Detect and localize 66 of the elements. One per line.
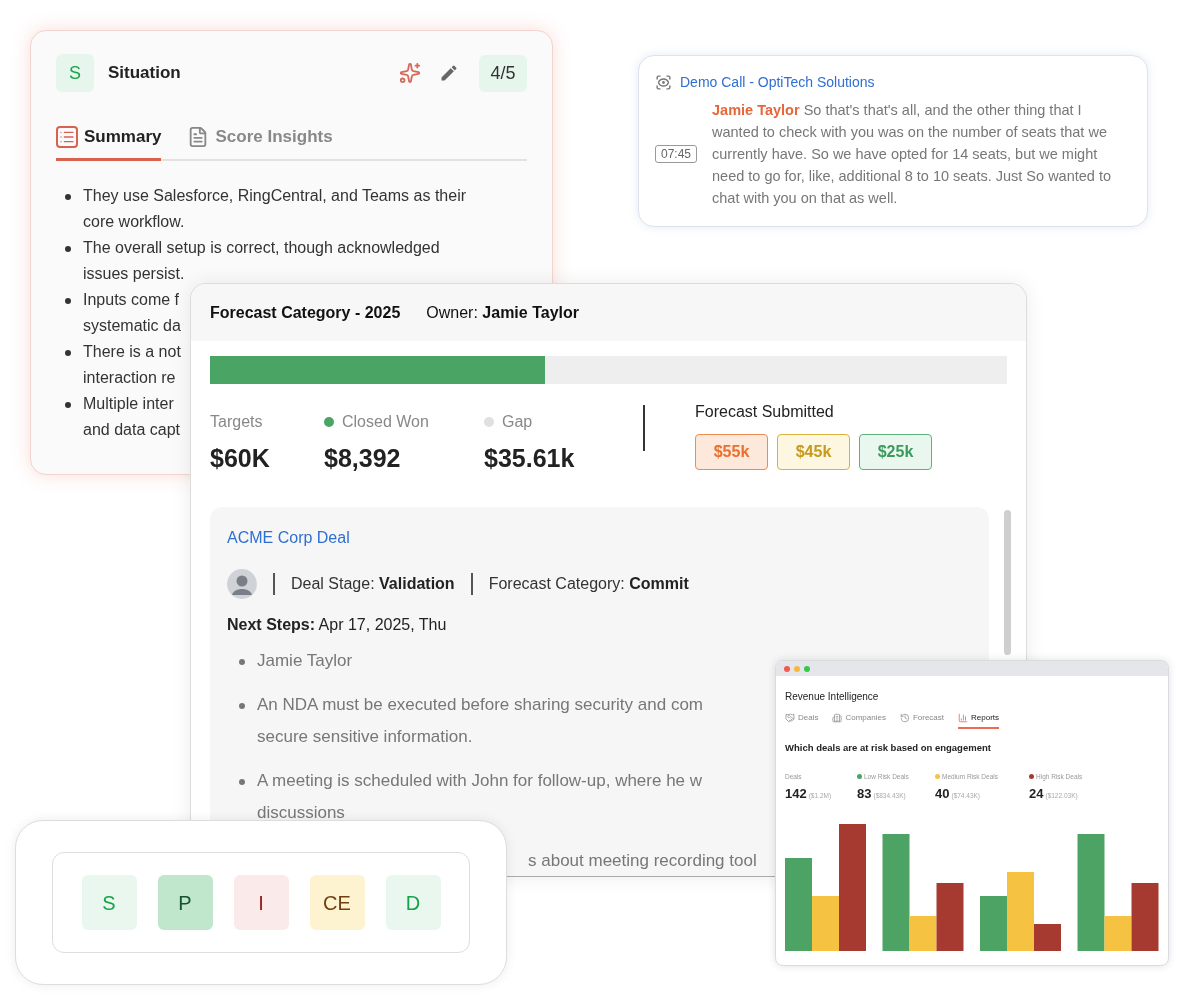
stat-value: 24 xyxy=(1029,784,1044,803)
next-step-text-line: A meeting is scheduled with John for follow-up, where he w xyxy=(257,769,703,792)
clock-icon xyxy=(899,713,910,723)
summary-text-line: and data capt xyxy=(83,419,180,440)
summary-text-line: The overall setup is correct, though acknowledged xyxy=(83,237,440,258)
sparkle-icon[interactable] xyxy=(399,62,421,84)
window-title: Revenue Intelligence xyxy=(785,690,879,704)
next-step-text-line: An NDA must be executed before sharing security and com xyxy=(257,693,703,716)
forecast-amount-chip: $45k xyxy=(777,434,850,470)
scrollbar[interactable] xyxy=(1004,509,1011,655)
owner-text: Owner: Jamie Taylor xyxy=(426,302,579,323)
stat-value: $8,392 xyxy=(324,443,402,474)
next-step-text-line: secure sensitive information. xyxy=(257,725,474,748)
next-steps-text: Next Steps: Apr 17, 2025, Thu xyxy=(227,614,448,635)
stat-label: Closed Won xyxy=(342,412,429,432)
stat-value: 142 xyxy=(785,784,807,803)
bar-chart-icon xyxy=(958,713,969,723)
stat-value: $35.61k xyxy=(484,443,576,474)
score-letter-chip[interactable]: P xyxy=(157,875,213,930)
call-title-link[interactable]: Demo Call - OptiTech Solutions xyxy=(680,72,875,93)
deal-stage-text: Deal Stage: Validation xyxy=(291,573,455,594)
score-letter-chip[interactable]: I xyxy=(233,875,289,930)
list-icon xyxy=(56,125,78,148)
score-letter-badge: S xyxy=(56,54,94,92)
call-recording-icon xyxy=(655,74,672,91)
tab[interactable]: Score Insights xyxy=(187,124,333,161)
score-letter-chip[interactable]: CE xyxy=(309,875,365,930)
edit-icon[interactable] xyxy=(439,63,459,83)
transcript-text: Jamie Taylor So that's that's all, and the other thing that I wanted to check with you was on the number of seats that we currently have. So we have opted for 14 seats, but we might need to go for, like, additional 8 to 10 seats. Just So wanted to chat with you on that as well. xyxy=(712,101,1112,208)
score-letter-chip[interactable]: S xyxy=(81,875,137,930)
summary-text-line: issues persist. xyxy=(83,263,186,284)
tab[interactable]: Summary xyxy=(56,124,162,161)
stat-value: 83 xyxy=(857,784,872,803)
tab[interactable]: Companies xyxy=(832,712,886,729)
summary-text-line: There is a not xyxy=(83,341,181,362)
summary-text-line: interaction re xyxy=(83,367,177,388)
summary-text-line: Multiple inter xyxy=(83,393,175,414)
forecast-category-text: Forecast Category: Commit xyxy=(488,573,689,594)
stat-label: Gap xyxy=(502,412,533,432)
forecast-amount-chip: $55k xyxy=(695,434,768,470)
chart-heading: Which deals are at risk based on engagement xyxy=(785,741,991,755)
stat-value: 40 xyxy=(935,784,950,803)
score-letter-chip[interactable]: D xyxy=(385,875,441,930)
summary-text-line: They use Salesforce, RingCentral, and Teams as their xyxy=(83,185,466,206)
summary-text-line: Inputs come f xyxy=(83,289,181,310)
deal-name-link[interactable]: ACME Corp Deal xyxy=(227,525,350,550)
tab[interactable]: Deals xyxy=(785,712,819,729)
forecast-submitted-label: Forecast Submitted xyxy=(695,402,835,422)
timestamp[interactable]: 07:45 xyxy=(655,145,697,163)
tab[interactable]: Forecast xyxy=(899,712,945,729)
score-badge: 4/5 xyxy=(479,54,527,92)
next-step-text-line: discussions xyxy=(257,801,346,824)
next-step-text-line: Jamie Taylor xyxy=(257,649,353,672)
building-icon xyxy=(832,713,843,723)
card-title: Situation xyxy=(108,62,181,85)
card-title: Forecast Category - 2025 xyxy=(210,302,401,323)
tab[interactable]: Reports xyxy=(958,712,1000,729)
avatar xyxy=(227,568,257,599)
next-step-text-line: s about meeting recording tool xyxy=(528,849,757,872)
stat-value: $60K xyxy=(210,443,271,474)
forecast-amount-chip: $25k xyxy=(859,434,932,470)
bar xyxy=(980,896,1007,952)
summary-text-line: core workflow. xyxy=(83,211,186,232)
handshake-icon xyxy=(785,713,795,723)
summary-text-line: systematic da xyxy=(83,315,181,336)
stat-label: Targets xyxy=(210,412,263,432)
